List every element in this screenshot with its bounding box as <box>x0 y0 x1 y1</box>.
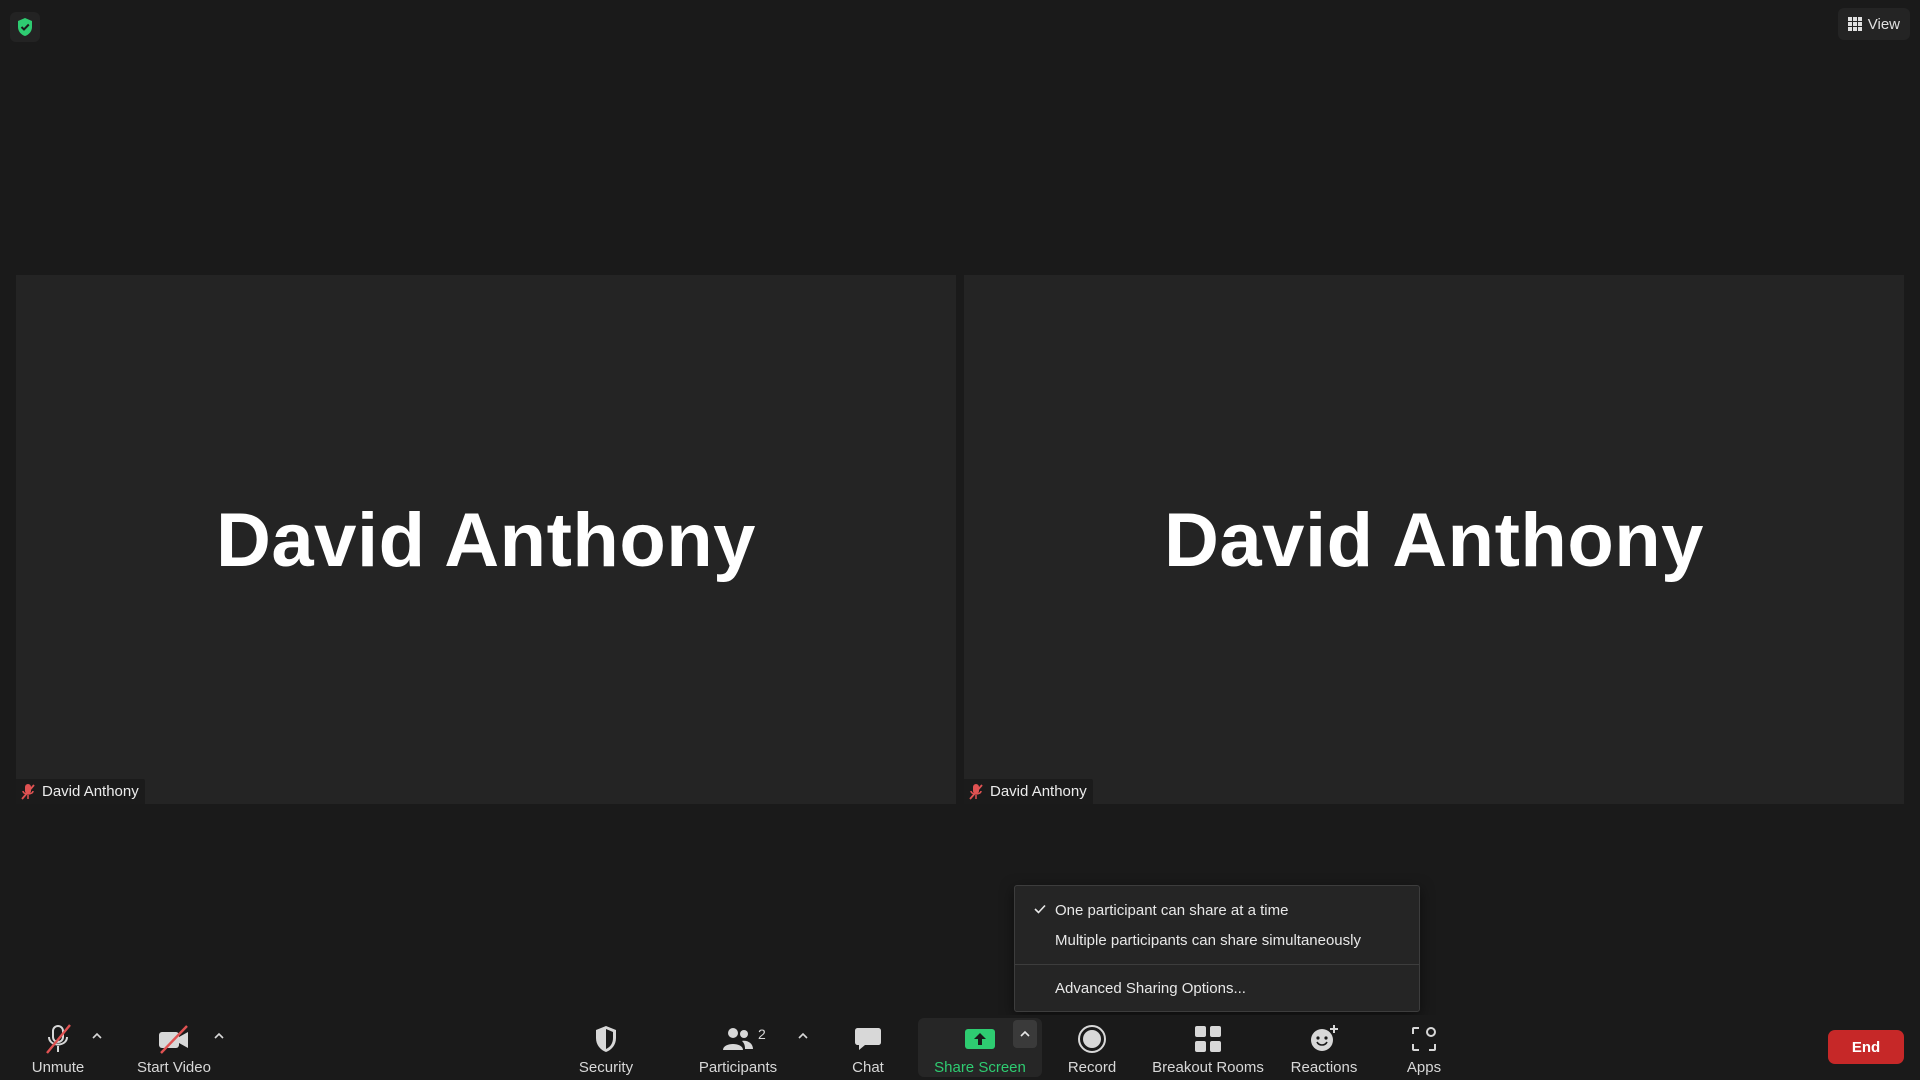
muted-microphone-icon <box>46 1024 71 1054</box>
shield-check-icon <box>18 18 32 36</box>
chat-button[interactable]: Chat <box>840 1015 896 1080</box>
participants-options-caret[interactable] <box>795 1028 811 1044</box>
audio-options-caret[interactable] <box>89 1028 105 1044</box>
menu-item-label: Multiple participants can share simultan… <box>1055 931 1361 949</box>
shield-icon <box>596 1026 616 1052</box>
video-tile[interactable]: David Anthony David Anthony <box>16 275 956 804</box>
view-button[interactable]: View <box>1837 8 1910 40</box>
share-screen-label: Share Screen <box>934 1059 1026 1076</box>
participants-icon <box>723 1028 753 1050</box>
view-label: View <box>1867 15 1900 33</box>
participants-count: 2 <box>758 1026 766 1042</box>
record-button[interactable]: Record <box>1058 1015 1126 1080</box>
chevron-up-icon <box>1020 1030 1030 1037</box>
start-video-button[interactable]: Start Video <box>130 1015 218 1080</box>
video-tile[interactable]: David Anthony David Anthony <box>964 275 1904 804</box>
security-button[interactable]: Security <box>570 1015 642 1080</box>
participant-label-text: David Anthony <box>990 783 1087 800</box>
unmute-label: Unmute <box>31 1059 85 1076</box>
participants-label: Participants <box>698 1059 778 1076</box>
menu-item-label: Advanced Sharing Options... <box>1055 979 1246 997</box>
participant-display-name: David Anthony <box>216 498 756 583</box>
security-label: Security <box>578 1059 634 1076</box>
menu-item-advanced-sharing[interactable]: Advanced Sharing Options... <box>1015 974 1419 1002</box>
menu-item-multiple-participants[interactable]: Multiple participants can share simultan… <box>1015 926 1419 954</box>
share-options-menu: One participant can share at a time Mult… <box>1014 885 1420 1012</box>
reactions-smiley-icon <box>1311 1025 1338 1051</box>
participant-name-label: David Anthony <box>16 779 145 804</box>
menu-divider <box>1015 964 1419 965</box>
reactions-button[interactable]: Reactions <box>1284 1015 1364 1080</box>
encryption-shield-button[interactable] <box>10 12 40 42</box>
checkmark-icon <box>1034 904 1046 914</box>
grid-icon <box>1847 17 1862 31</box>
chevron-up-icon <box>92 1032 102 1039</box>
chat-bubble-icon <box>855 1028 881 1050</box>
record-icon <box>1078 1025 1106 1053</box>
apps-icon <box>1412 1027 1436 1051</box>
chevron-up-icon <box>214 1032 224 1039</box>
reactions-label: Reactions <box>1290 1059 1358 1076</box>
video-off-icon <box>159 1025 188 1054</box>
breakout-rooms-label: Breakout Rooms <box>1152 1059 1264 1076</box>
participant-label-text: David Anthony <box>42 783 139 800</box>
participant-name-label: David Anthony <box>964 779 1093 804</box>
menu-item-label: One participant can share at a time <box>1055 901 1289 919</box>
muted-mic-icon <box>969 783 983 800</box>
record-label: Record <box>1067 1059 1117 1076</box>
meeting-toolbar: Unmute Start Video Security Participants… <box>0 1015 1920 1080</box>
apps-button[interactable]: Apps <box>1394 1015 1454 1080</box>
breakout-rooms-icon <box>1195 1026 1221 1052</box>
chevron-up-icon <box>798 1032 808 1039</box>
chat-label: Chat <box>852 1059 884 1076</box>
breakout-rooms-button[interactable]: Breakout Rooms <box>1148 1015 1268 1080</box>
end-meeting-button[interactable]: End <box>1828 1030 1904 1064</box>
menu-item-one-participant[interactable]: One participant can share at a time <box>1015 896 1419 924</box>
apps-label: Apps <box>1406 1059 1442 1076</box>
participant-display-name: David Anthony <box>1164 498 1704 583</box>
share-options-caret[interactable] <box>1013 1020 1037 1048</box>
muted-mic-icon <box>21 783 35 800</box>
unmute-button[interactable]: Unmute <box>22 1015 94 1080</box>
share-screen-icon <box>965 1029 995 1049</box>
start-video-label: Start Video <box>137 1059 211 1076</box>
participants-button[interactable]: Participants <box>690 1015 786 1080</box>
video-options-caret[interactable] <box>211 1028 227 1044</box>
